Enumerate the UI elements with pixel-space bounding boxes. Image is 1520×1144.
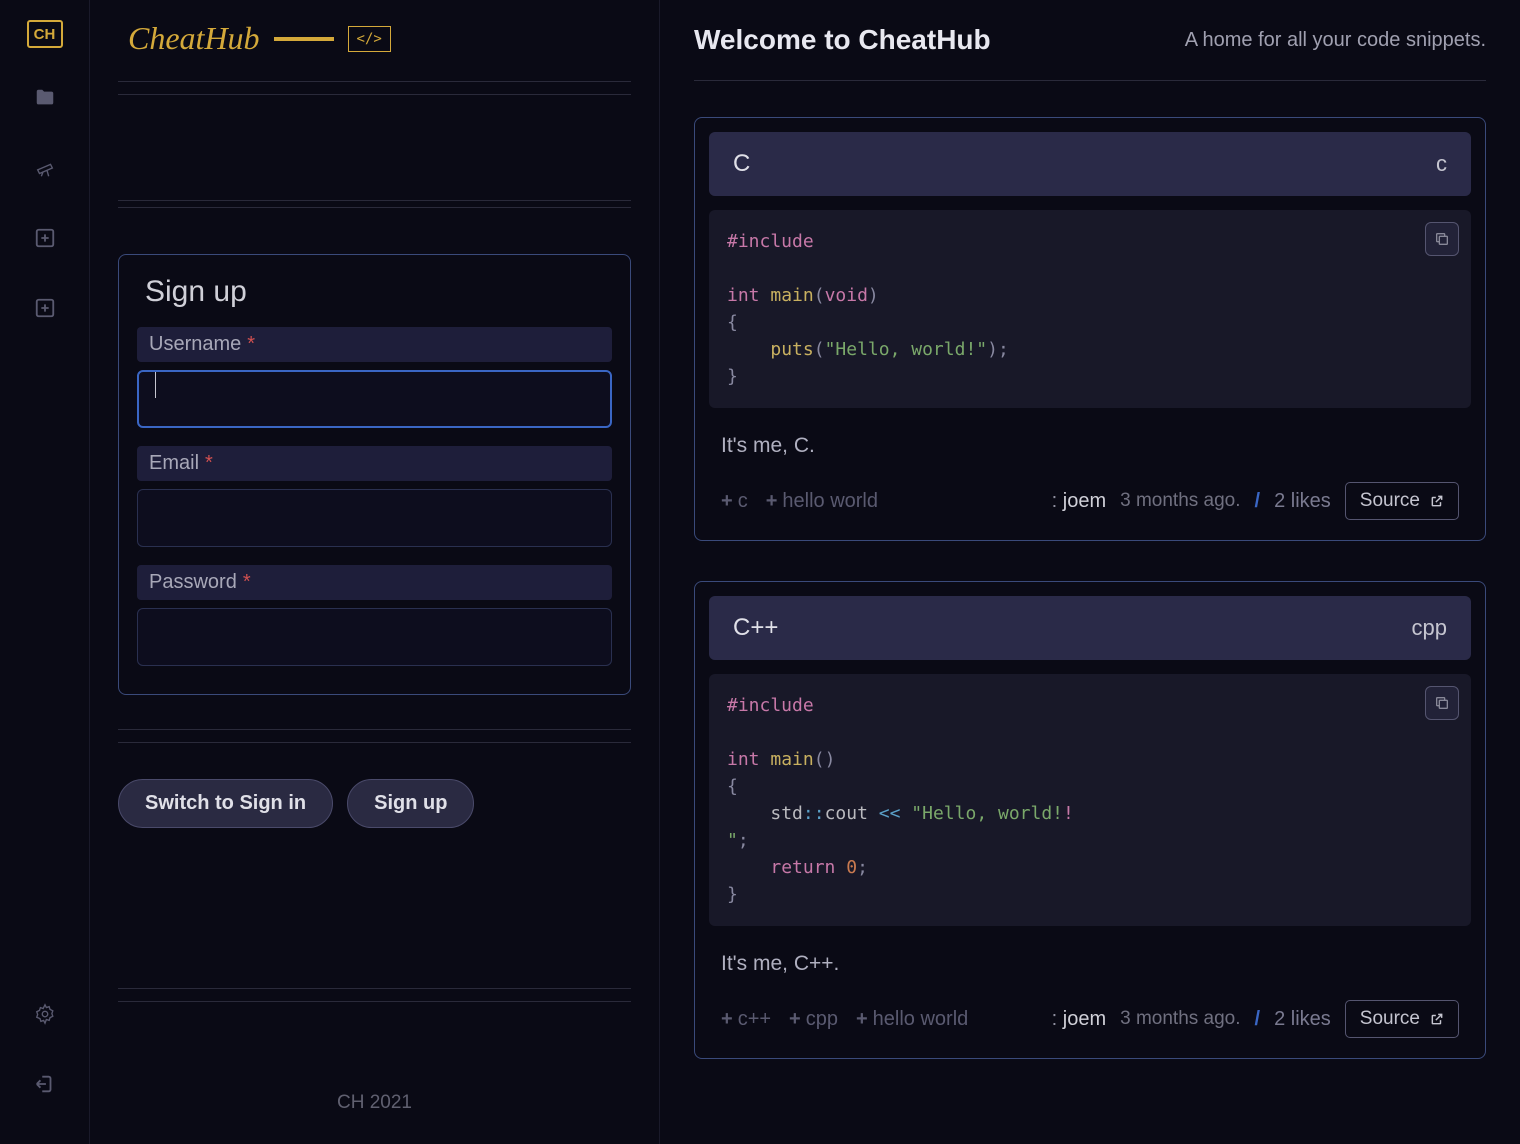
snippet-lang: c	[1436, 151, 1447, 177]
brand: CheatHub </>	[118, 20, 631, 57]
email-label: Email*	[137, 446, 612, 481]
sidebar: CheatHub </> Sign up Username* Email* Pa…	[90, 0, 660, 1144]
code-block: #include int main() { std::cout << "Hell…	[709, 674, 1471, 926]
author[interactable]: joem	[1063, 490, 1106, 512]
snippet-desc: It's me, C++.	[709, 944, 1471, 1000]
brand-name: CheatHub	[128, 20, 260, 57]
signup-button[interactable]: Sign up	[347, 779, 474, 828]
main-content: Welcome to CheatHub A home for all your …	[660, 0, 1520, 1144]
author[interactable]: joem	[1063, 1008, 1106, 1030]
folder-icon[interactable]	[25, 78, 65, 118]
email-input[interactable]	[137, 489, 612, 547]
tags: +c +hello world	[721, 490, 878, 513]
snippet-lang: cpp	[1412, 615, 1447, 641]
nav-rail: CH	[0, 0, 90, 1144]
tag[interactable]: +c	[721, 490, 748, 513]
snippet-title: C++	[733, 614, 778, 642]
logo-icon[interactable]: CH	[27, 20, 63, 48]
snippet-desc: It's me, C.	[709, 426, 1471, 482]
settings-icon[interactable]	[25, 994, 65, 1034]
copy-icon[interactable]	[1425, 222, 1459, 256]
tag[interactable]: +cpp	[789, 1008, 838, 1031]
snippet-card: C c #include int main(void) { puts("Hell…	[694, 117, 1486, 541]
page-title: Welcome to CheatHub	[694, 24, 991, 56]
telescope-icon[interactable]	[25, 148, 65, 188]
snippet-title: C	[733, 150, 750, 178]
add-icon[interactable]	[25, 218, 65, 258]
likes[interactable]: 2 likes	[1274, 490, 1331, 513]
timestamp: 3 months ago.	[1120, 1008, 1240, 1030]
tag[interactable]: +c++	[721, 1008, 771, 1031]
source-button[interactable]: Source	[1345, 482, 1459, 520]
snippet-header: C c	[709, 132, 1471, 196]
copy-icon[interactable]	[1425, 686, 1459, 720]
page-subtitle: A home for all your code snippets.	[1185, 29, 1486, 52]
footer: CH 2021	[118, 1092, 631, 1114]
snippet-header: C++ cpp	[709, 596, 1471, 660]
timestamp: 3 months ago.	[1120, 490, 1240, 512]
add-icon-2[interactable]	[25, 288, 65, 328]
signup-card: Sign up Username* Email* Password*	[118, 254, 631, 695]
code-block: #include int main(void) { puts("Hello, w…	[709, 210, 1471, 408]
switch-signin-button[interactable]: Switch to Sign in	[118, 779, 333, 828]
snippet-card: C++ cpp #include int main() { std::cout …	[694, 581, 1486, 1059]
tag[interactable]: +hello world	[856, 1008, 968, 1031]
password-input[interactable]	[137, 608, 612, 666]
username-input[interactable]	[137, 370, 612, 428]
logout-icon[interactable]	[25, 1064, 65, 1104]
username-label: Username*	[137, 327, 612, 362]
signup-title: Sign up	[137, 275, 612, 309]
source-button[interactable]: Source	[1345, 1000, 1459, 1038]
password-label: Password*	[137, 565, 612, 600]
brand-underline	[274, 37, 334, 41]
tags: +c++ +cpp +hello world	[721, 1008, 968, 1031]
likes[interactable]: 2 likes	[1274, 1008, 1331, 1031]
tag[interactable]: +hello world	[766, 490, 878, 513]
brand-code-icon: </>	[348, 26, 391, 52]
